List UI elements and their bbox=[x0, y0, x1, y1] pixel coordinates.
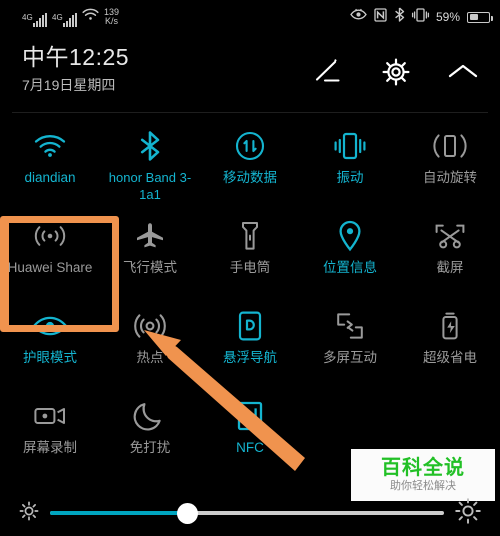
toggle-label: 振动 bbox=[336, 170, 364, 185]
brightness-slider-thumb[interactable] bbox=[177, 502, 199, 524]
toggle-label: 热点 bbox=[136, 350, 164, 365]
toggle-screen-record[interactable]: 屏幕录制 bbox=[0, 389, 100, 479]
toggle-nfc[interactable]: NFC bbox=[200, 389, 300, 479]
toggle-mobile-data[interactable]: 移动数据 bbox=[200, 119, 300, 209]
screen-record-icon bbox=[33, 399, 67, 433]
toggle-label: 位置信息 bbox=[323, 260, 377, 275]
gear-icon[interactable] bbox=[382, 58, 410, 86]
toggle-eye-comfort[interactable]: 护眼模式 bbox=[0, 299, 100, 389]
clock-time: 中午12:25 bbox=[22, 44, 130, 70]
toggle-location[interactable]: 位置信息 bbox=[300, 209, 400, 299]
brightness-slider-track[interactable] bbox=[50, 502, 444, 524]
header-actions bbox=[314, 42, 478, 86]
network-speed-indicator: 139 K/s bbox=[104, 7, 119, 27]
toggle-ultra-saver[interactable]: 超级省电 bbox=[400, 299, 500, 389]
status-bar-left: 4G 4G 139 K/s bbox=[22, 7, 119, 27]
status-bar: 4G 4G 139 K/s 59% bbox=[0, 0, 500, 34]
brightness-slider-fill bbox=[50, 511, 188, 515]
toggle-label: 免打扰 bbox=[129, 440, 171, 455]
nfc-icon bbox=[237, 399, 263, 433]
toggle-flashlight[interactable]: 手电筒 bbox=[200, 209, 300, 299]
toggle-row: Huawei Share 飞行模式 手电筒 位置信息 截屏 bbox=[0, 209, 500, 299]
status-bar-right: 59% bbox=[350, 7, 493, 27]
moon-icon bbox=[133, 399, 164, 433]
clock-block[interactable]: 中午12:25 7月19日星期四 bbox=[22, 42, 129, 98]
airplane-icon bbox=[135, 219, 165, 253]
toggle-multi-screen[interactable]: 多屏互动 bbox=[300, 299, 400, 389]
toggle-label: 自动旋转 bbox=[423, 170, 477, 185]
nfc-icon bbox=[374, 7, 387, 27]
signal-sim2-icon: 4G bbox=[52, 12, 77, 27]
edit-pencil-icon[interactable] bbox=[314, 59, 344, 85]
bluetooth-icon bbox=[139, 129, 161, 163]
toggle-hotspot[interactable]: 热点 bbox=[100, 299, 200, 389]
toggle-airplane-mode[interactable]: 飞行模式 bbox=[100, 209, 200, 299]
mobile-data-icon bbox=[235, 129, 265, 163]
sim1-network-label: 4G bbox=[22, 12, 33, 22]
toggle-vibrate[interactable]: 振动 bbox=[300, 119, 400, 209]
quick-settings-panel: 4G 4G 139 K/s 59% 中午12:25 7月19日星期四 diand… bbox=[0, 0, 500, 536]
toggle-huawei-share[interactable]: Huawei Share bbox=[0, 209, 100, 299]
vibrate-icon bbox=[411, 7, 430, 27]
toggle-label: 手电筒 bbox=[229, 260, 271, 275]
toggle-label: honor Band 3-1a1 bbox=[108, 170, 192, 202]
toggle-label: 多屏互动 bbox=[323, 350, 377, 365]
toggle-auto-rotate[interactable]: 自动旋转 bbox=[400, 119, 500, 209]
auto-rotate-icon bbox=[432, 129, 468, 163]
toggle-label: 悬浮导航 bbox=[223, 350, 277, 365]
wifi-icon bbox=[34, 129, 66, 163]
battery-percent-label: 59% bbox=[435, 10, 460, 24]
toggle-row: diandian honor Band 3-1a1 移动数据 振动 自动旋转 bbox=[0, 119, 500, 209]
watermark-title: 百科全说 bbox=[381, 457, 465, 479]
toggle-grid: diandian honor Band 3-1a1 移动数据 振动 自动旋转 H… bbox=[0, 113, 500, 479]
toggle-label: 截屏 bbox=[436, 260, 464, 275]
brightness-high-icon[interactable] bbox=[454, 497, 482, 530]
brightness-low-icon[interactable] bbox=[18, 500, 40, 527]
eye-comfort-icon bbox=[350, 8, 367, 26]
battery-charging-icon bbox=[467, 11, 493, 23]
battery-saver-icon bbox=[439, 309, 461, 343]
toggle-row: 护眼模式 热点 悬浮导航 多屏互动 超级省电 bbox=[0, 299, 500, 389]
toggle-label: 屏幕录制 bbox=[23, 440, 77, 455]
clock-date: 7月19日星期四 bbox=[22, 77, 116, 93]
eye-icon bbox=[32, 309, 68, 343]
bluetooth-icon bbox=[394, 7, 405, 27]
toggle-label: 飞行模式 bbox=[123, 260, 177, 275]
hotspot-icon bbox=[134, 309, 166, 343]
panel-header: 中午12:25 7月19日星期四 bbox=[0, 34, 500, 112]
toggle-label: diandian bbox=[24, 170, 76, 185]
signal-sim1-icon: 4G bbox=[22, 12, 47, 27]
toggle-label: 护眼模式 bbox=[23, 350, 77, 365]
screenshot-icon bbox=[434, 219, 466, 253]
toggle-label: 超级省电 bbox=[423, 350, 477, 365]
wifi-icon bbox=[82, 8, 99, 27]
sim2-network-label: 4G bbox=[52, 12, 63, 22]
toggle-wifi[interactable]: diandian bbox=[0, 119, 100, 209]
toggle-do-not-disturb[interactable]: 免打扰 bbox=[100, 389, 200, 479]
multi-screen-icon bbox=[335, 309, 365, 343]
toggle-screenshot[interactable]: 截屏 bbox=[400, 209, 500, 299]
vibrate-icon bbox=[333, 129, 367, 163]
chevron-up-icon[interactable] bbox=[448, 62, 478, 82]
toggle-nav-dock[interactable]: 悬浮导航 bbox=[200, 299, 300, 389]
huawei-share-icon bbox=[32, 219, 68, 253]
network-speed-unit: K/s bbox=[105, 15, 119, 26]
floating-nav-icon bbox=[238, 309, 262, 343]
toggle-label: Huawei Share bbox=[7, 260, 93, 275]
toggle-bluetooth[interactable]: honor Band 3-1a1 bbox=[100, 119, 200, 209]
toggle-label: NFC bbox=[236, 440, 264, 455]
toggle-label: 移动数据 bbox=[223, 170, 277, 185]
brightness-slider-bar bbox=[0, 490, 500, 536]
location-pin-icon bbox=[337, 219, 363, 253]
flashlight-icon bbox=[239, 219, 261, 253]
